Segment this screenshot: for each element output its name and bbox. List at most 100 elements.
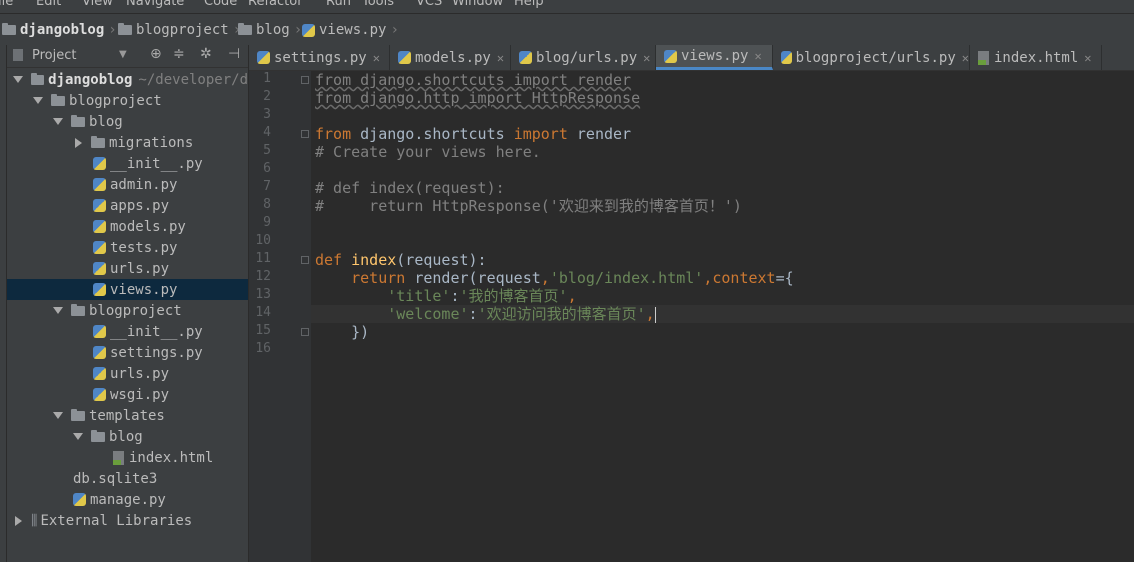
breadcrumb-item-views[interactable]: views.py › (302, 20, 399, 40)
expand-arrow-icon[interactable] (33, 97, 43, 104)
tree-item-label: admin.py (110, 176, 178, 193)
menu-item-tools[interactable]: Tools (362, 0, 394, 9)
menu-item-run[interactable]: Run (326, 0, 351, 9)
tree-item-migrations[interactable]: migrations (7, 132, 248, 153)
close-icon[interactable]: ✕ (643, 51, 650, 65)
menu-item-edit[interactable]: Edit (36, 0, 61, 9)
folder-icon (31, 72, 45, 85)
tree-item-external-libraries[interactable]: ⫼ External Libraries (7, 510, 248, 531)
gear-icon[interactable]: ✲ (200, 46, 212, 62)
menu-item-ile[interactable]: ile (0, 0, 13, 9)
tree-item-djangoblog[interactable]: djangoblog ~/developer/d (7, 69, 248, 90)
code-token: return (351, 269, 406, 287)
fold-marker-icon[interactable] (301, 76, 309, 84)
tree-item-templates[interactable]: templates (7, 405, 248, 426)
tree-item-init-py[interactable]: __init__.py (7, 153, 248, 174)
tab-blog-urls-py[interactable]: blog/urls.py ✕ (511, 45, 656, 70)
expand-arrow-icon[interactable] (53, 118, 63, 125)
expand-arrow-icon[interactable] (53, 307, 63, 314)
line-number-gutter[interactable]: 1 2 3 4 5 6 7 8 9 10 11 12 13 14 15 16 (249, 71, 333, 562)
tree-item-wsgi-py[interactable]: wsgi.py (7, 384, 248, 405)
tree-item-index-html[interactable]: index.html (7, 447, 248, 468)
hide-panel-icon[interactable]: ⊣ (228, 46, 240, 62)
folder-icon (51, 93, 65, 106)
tab-views-py[interactable]: views.py ✕ (656, 45, 773, 70)
fold-marker-icon[interactable] (301, 130, 309, 138)
tab-blogproject-urls-py[interactable]: blogproject/urls.py ✕ (773, 45, 970, 70)
code-token: (request): (396, 251, 487, 269)
tree-item-manage-py[interactable]: manage.py (7, 489, 248, 510)
python-file-icon (73, 493, 86, 506)
code-line: return render(request,'blog/index.html',… (315, 269, 794, 287)
tree-item-label: index.html (129, 449, 214, 466)
tab-settings-py[interactable]: settings.py ✕ (249, 45, 390, 70)
breadcrumb-item-project[interactable]: djangoblog › (2, 20, 117, 40)
python-file-icon (257, 51, 270, 64)
collapse-arrow-icon[interactable] (75, 137, 82, 148)
code-token: 'welcome' (387, 305, 469, 323)
tree-item-settings-py[interactable]: settings.py (7, 342, 248, 363)
tab-index-html[interactable]: index.html ✕ (970, 45, 1102, 70)
menu-item-view[interactable]: View (82, 0, 113, 9)
close-icon[interactable]: ✕ (962, 51, 969, 65)
tree-item-tests-py[interactable]: tests.py (7, 237, 248, 258)
close-icon[interactable]: ✕ (1084, 51, 1091, 65)
line-number: 5 (263, 143, 271, 158)
code-editor[interactable]: from django.shortcuts import render from … (311, 71, 1134, 562)
tree-item-views-py[interactable]: views.py (7, 279, 248, 300)
tree-item-init-py[interactable]: __init__.py (7, 321, 248, 342)
close-icon[interactable]: ✕ (373, 51, 380, 65)
code-token: ={ (775, 269, 794, 287)
code-line: }) (315, 323, 369, 341)
code-token: django.shortcuts (351, 125, 514, 143)
folder-icon (71, 303, 85, 316)
project-view-selector[interactable]: Project (32, 48, 76, 63)
collapse-all-icon[interactable]: ≑ (173, 46, 185, 62)
tree-item-admin-py[interactable]: admin.py (7, 174, 248, 195)
chevron-right-icon: › (390, 22, 399, 38)
close-icon[interactable]: ✕ (754, 49, 761, 63)
menu-item-help[interactable]: Help (514, 0, 544, 9)
tree-item-db-sqlite3[interactable]: db.sqlite3 (7, 468, 248, 489)
menu-item-code[interactable]: Code (204, 0, 237, 9)
code-token: # return HttpResponse('欢迎来到我的博客首页！') (315, 197, 742, 215)
menu-item-navigate[interactable]: Navigate (126, 0, 184, 9)
code-token: def (315, 251, 343, 269)
folder-icon (238, 23, 252, 35)
breadcrumb-item-blog[interactable]: blog › (238, 20, 302, 40)
code-token: 'title' (387, 287, 451, 305)
collapse-arrow-icon[interactable] (15, 515, 22, 526)
expand-arrow-icon[interactable] (73, 433, 83, 440)
menu-item-vcs[interactable]: VCS (416, 0, 442, 9)
breadcrumb-item-blogproject[interactable]: blogproject › (118, 20, 241, 40)
python-file-icon (93, 283, 106, 296)
tree-item-apps-py[interactable]: apps.py (7, 195, 248, 216)
tree-item-blogproject[interactable]: blogproject (7, 300, 248, 321)
tab-models-py[interactable]: models.py ✕ (390, 45, 511, 70)
chevron-right-icon: › (293, 22, 303, 38)
code-line: 'welcome':'欢迎访问我的博客首页', (315, 305, 656, 323)
fold-marker-icon[interactable] (301, 328, 309, 336)
tool-window-strip[interactable] (0, 45, 7, 562)
python-file-icon (93, 367, 106, 380)
tree-item-models-py[interactable]: models.py (7, 216, 248, 237)
line-number: 6 (263, 161, 271, 176)
tree-item-blog[interactable]: blog (7, 111, 248, 132)
tree-item-urls-py[interactable]: urls.py (7, 258, 248, 279)
tree-item-label: apps.py (110, 197, 170, 214)
menu-item-refactor[interactable]: Refactor (248, 0, 303, 9)
expand-arrow-icon[interactable] (13, 76, 23, 83)
chevron-down-icon[interactable]: ▼ (119, 49, 127, 60)
fold-marker-icon[interactable] (301, 256, 309, 264)
locate-file-icon[interactable]: ⊕ (150, 46, 162, 62)
tree-item-label: blog (109, 428, 143, 445)
tree-item-urls-py[interactable]: urls.py (7, 363, 248, 384)
code-line: # def index(request): (315, 179, 505, 197)
close-icon[interactable]: ✕ (497, 51, 504, 65)
code-token: context (712, 269, 776, 287)
expand-arrow-icon[interactable] (53, 412, 63, 419)
menu-item-window[interactable]: Window (452, 0, 503, 9)
tree-item-blog[interactable]: blog (7, 426, 248, 447)
tree-item-blogproject[interactable]: blogproject (7, 90, 248, 111)
